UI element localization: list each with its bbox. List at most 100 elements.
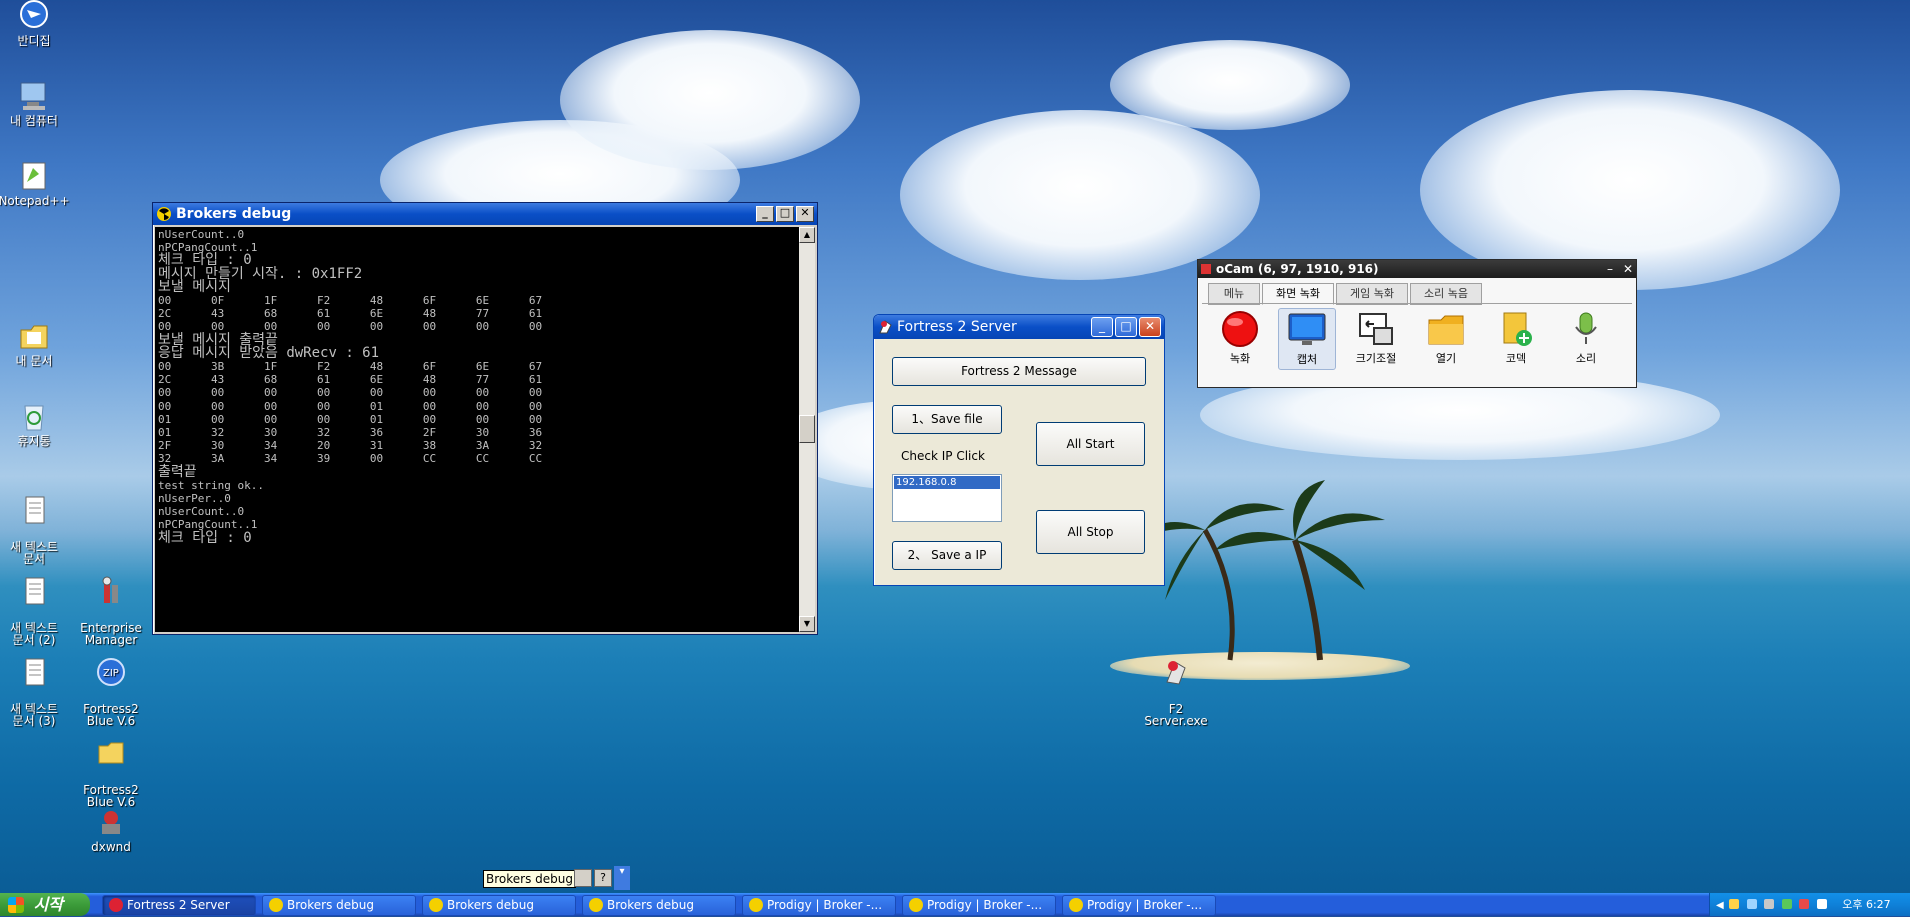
fortress-message-button[interactable]: Fortress 2 Message bbox=[892, 357, 1146, 386]
ocam-app-icon bbox=[1201, 264, 1211, 274]
sound-tool[interactable]: 소리 bbox=[1558, 308, 1614, 368]
resize-tool[interactable]: 크기조절 bbox=[1348, 308, 1404, 368]
record-label: 녹화 bbox=[1229, 352, 1251, 365]
desktop-icon-recycle-bin[interactable]: 휴지통 bbox=[0, 400, 74, 447]
tab-menu[interactable]: 메뉴 bbox=[1208, 283, 1260, 305]
radiation-icon bbox=[269, 898, 283, 912]
ime-icon[interactable] bbox=[1816, 899, 1827, 909]
console-window[interactable]: Brokers debug _ □ ✕ nUserCount..0 nPCPang… bbox=[152, 202, 818, 635]
taskbar-task[interactable]: Prodigy | Broker -... bbox=[742, 895, 896, 916]
maximize-button[interactable]: □ bbox=[1115, 317, 1137, 337]
desktop-icon-my-computer[interactable]: 내 컴퓨터 bbox=[0, 80, 74, 127]
start-button[interactable]: 시작 bbox=[0, 893, 90, 916]
scroll-thumb[interactable] bbox=[799, 415, 815, 443]
open-tool[interactable]: 열기 bbox=[1418, 308, 1474, 368]
tab-sound-record[interactable]: 소리 녹음 bbox=[1410, 283, 1482, 305]
network-icon[interactable] bbox=[1746, 899, 1757, 909]
security-shield-icon[interactable] bbox=[1729, 899, 1740, 909]
server-exe-icon bbox=[1159, 656, 1193, 688]
console-line: nUserCount..0 bbox=[158, 505, 245, 519]
dxwnd-icon bbox=[94, 806, 128, 838]
maximize-button[interactable]: □ bbox=[776, 206, 794, 222]
codec-icon bbox=[1496, 310, 1536, 348]
radiation-icon bbox=[909, 898, 923, 912]
task-label: Prodigy | Broker -... bbox=[1087, 898, 1203, 912]
monitor-capture-icon bbox=[1287, 311, 1327, 349]
ocam-titlebar[interactable]: oCam (6, 97, 1910, 916) – ✕ bbox=[1198, 260, 1636, 278]
minimize-button[interactable]: _ bbox=[1091, 317, 1113, 337]
my-documents-icon bbox=[17, 320, 51, 352]
toolbar-chevron-icon[interactable]: ▾ bbox=[614, 866, 630, 890]
desktop-icon-text-doc-3[interactable]: 새 텍스트 문서 (3) bbox=[0, 644, 74, 739]
record-icon bbox=[1220, 310, 1260, 348]
desktop-icon-label: 새 텍스트 문서 (2) bbox=[10, 621, 58, 647]
taskbar-grip-icon[interactable] bbox=[574, 869, 592, 887]
taskbar-task[interactable]: Prodigy | Broker -... bbox=[902, 895, 1056, 916]
server-titlebar[interactable]: Fortress 2 Server _ □ ✕ bbox=[874, 315, 1164, 339]
radiation-icon bbox=[157, 207, 171, 221]
minimize-button[interactable]: – bbox=[1607, 262, 1613, 276]
console-line: 2C 43 68 61 6E 48 77 61 bbox=[158, 307, 543, 321]
cloud bbox=[1110, 40, 1350, 130]
open-folder-icon bbox=[1426, 310, 1466, 348]
close-button[interactable]: ✕ bbox=[1623, 262, 1633, 276]
ip-list-item[interactable]: 192.168.0.8 bbox=[894, 476, 1000, 489]
taskbar-task[interactable]: Brokers debug bbox=[422, 895, 576, 916]
taskbar-task[interactable]: Brokers debug bbox=[582, 895, 736, 916]
codec-label: 코덱 bbox=[1505, 352, 1527, 365]
antivirus-icon[interactable] bbox=[1799, 899, 1810, 909]
all-start-button[interactable]: All Start bbox=[1036, 422, 1145, 466]
console-titlebar[interactable]: Brokers debug _ □ ✕ bbox=[153, 203, 817, 225]
console-line: 32 3A 34 39 00 CC CC CC bbox=[158, 452, 543, 466]
radiation-icon bbox=[429, 898, 443, 912]
minimize-button[interactable]: _ bbox=[756, 206, 774, 222]
console-title: Brokers debug bbox=[176, 206, 292, 222]
desktop-icon-label: Notepad++ bbox=[0, 194, 70, 208]
close-button[interactable]: ✕ bbox=[1139, 317, 1161, 337]
save-file-button[interactable]: 1、Save file bbox=[892, 405, 1002, 434]
codec-tool[interactable]: 코덱 bbox=[1488, 308, 1544, 368]
tray-expand-icon[interactable]: ◀ bbox=[1716, 900, 1724, 911]
server-window[interactable]: Fortress 2 Server _ □ ✕ Fortress 2 Messa… bbox=[873, 314, 1165, 586]
console-line: nPCPangCount..1 bbox=[158, 241, 258, 255]
scroll-up-arrow-icon[interactable]: ▲ bbox=[799, 227, 815, 243]
desktop-icon-label: dxwnd bbox=[91, 840, 131, 854]
console-scrollbar[interactable]: ▲ ▼ bbox=[799, 227, 815, 632]
console-line: 01 00 00 00 01 00 00 00 bbox=[158, 412, 543, 426]
volume-icon[interactable] bbox=[1764, 899, 1775, 909]
clock[interactable]: 오후 6:27 bbox=[1842, 898, 1890, 911]
taskbar: 시작 Fortress 2 Server Brokers debug Broke… bbox=[0, 893, 1910, 916]
taskbar-task[interactable]: Prodigy | Broker -... bbox=[1062, 895, 1216, 916]
desktop-icon-label: 휴지통 bbox=[17, 434, 51, 448]
desktop-icon-label: Fortress2 Blue V.6 bbox=[83, 783, 139, 809]
all-stop-button[interactable]: All Stop bbox=[1036, 510, 1145, 554]
desktop-icon-my-documents[interactable]: 내 문서 bbox=[0, 320, 74, 367]
help-icon[interactable]: ? bbox=[594, 869, 612, 887]
save-ip-button[interactable]: 2、 Save a IP bbox=[892, 541, 1002, 570]
taskbar-task[interactable]: Fortress 2 Server bbox=[102, 895, 256, 916]
desktop-icon-label: 새 텍스트 문서 bbox=[10, 540, 58, 566]
notepadpp-icon bbox=[17, 160, 51, 192]
microphone-icon bbox=[1566, 310, 1606, 348]
tab-screen-record[interactable]: 화면 녹화 bbox=[1262, 283, 1334, 305]
desktop-icon-bandizip[interactable]: 반디집 bbox=[0, 0, 74, 47]
capture-tool[interactable]: 캡처 bbox=[1278, 308, 1336, 370]
taskbar-task[interactable]: Brokers debug bbox=[262, 895, 416, 916]
desktop-icon-dxwnd[interactable]: dxwnd bbox=[71, 806, 151, 853]
close-button[interactable]: ✕ bbox=[796, 206, 814, 222]
sound-label: 소리 bbox=[1575, 352, 1597, 365]
tab-game-record[interactable]: 게임 녹화 bbox=[1336, 283, 1408, 305]
desktop-icon-notepadpp[interactable]: Notepad++ bbox=[0, 160, 74, 207]
desktop-icon-f2-server[interactable]: F2 Server.exe bbox=[1136, 644, 1216, 739]
ip-listbox[interactable]: 192.168.0.8 bbox=[892, 474, 1002, 522]
record-tool[interactable]: 녹화 bbox=[1212, 308, 1268, 368]
ocam-window[interactable]: oCam (6, 97, 1910, 916) – ✕ 메뉴 화면 녹화 게임 … bbox=[1197, 259, 1637, 388]
console-line: 00 00 00 00 01 00 00 00 bbox=[158, 399, 543, 413]
desktop-icon-label: Fortress2 Blue V.6 bbox=[83, 702, 139, 728]
resize-icon bbox=[1356, 310, 1396, 348]
scroll-down-arrow-icon[interactable]: ▼ bbox=[799, 616, 815, 632]
sync-icon[interactable] bbox=[1781, 899, 1792, 909]
console-line: 00 3B 1F F2 48 6F 6E 67 bbox=[158, 360, 543, 374]
server-app-icon bbox=[879, 320, 892, 334]
resize-label: 크기조절 bbox=[1355, 352, 1397, 365]
